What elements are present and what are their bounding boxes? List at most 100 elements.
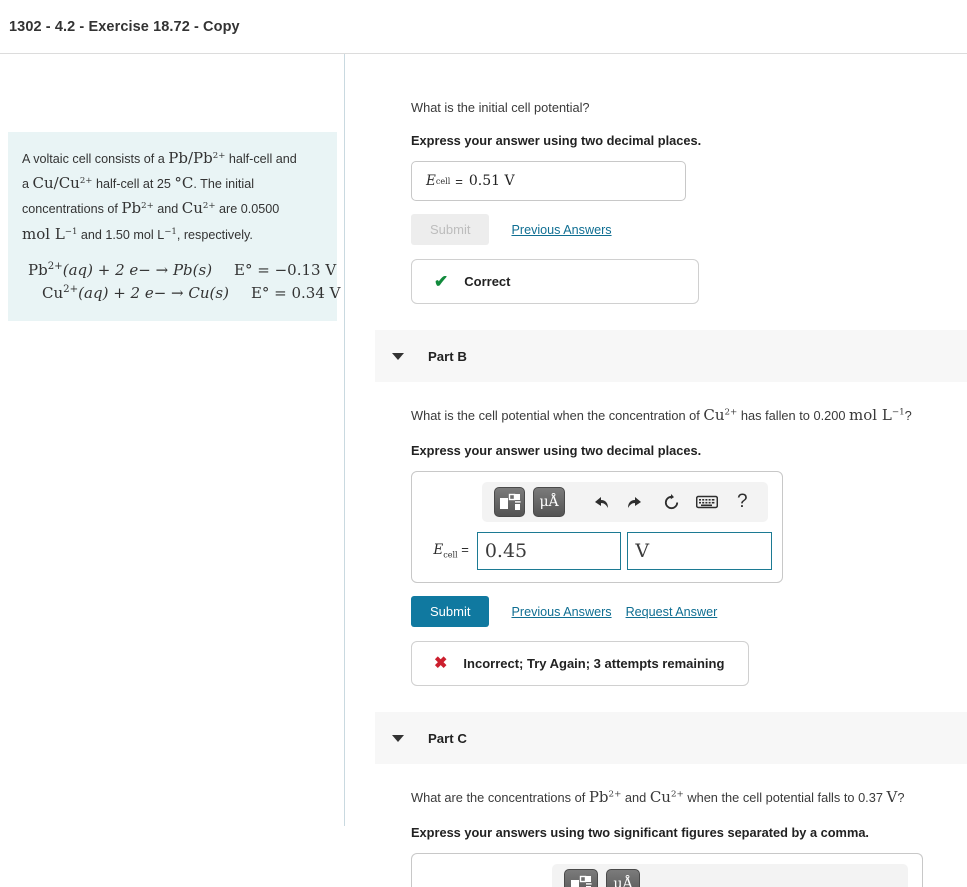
problem-text: a	[22, 177, 33, 192]
problem-text: concentrations of	[22, 202, 122, 217]
species-cu-cu2: Cu/Cu	[32, 174, 80, 193]
part-c-answer-box[interactable]: μÅ	[411, 852, 923, 887]
reaction-body: (aq) + 2 e− → Cu(s)	[78, 284, 229, 302]
part-b-units-input[interactable]: V	[627, 532, 773, 571]
species-cu2: Cu	[703, 406, 725, 425]
keyboard-icon[interactable]	[693, 488, 721, 516]
problem-text: and	[153, 202, 182, 217]
equals-sign: =	[455, 173, 463, 189]
help-icon[interactable]: ?	[728, 488, 756, 516]
problem-statement: A voltaic cell consists of a Pb/Pb2+ hal…	[8, 132, 341, 322]
charge-sup: 2+	[141, 201, 154, 212]
problem-text: half-cell at 25	[92, 177, 175, 192]
problem-panel: A voltaic cell consists of a Pb/Pb2+ hal…	[0, 54, 345, 826]
part-a-previous-answers-link[interactable]: Previous Answers	[511, 223, 611, 237]
part-a-feedback-text: Correct	[464, 274, 511, 290]
top-bar: 1302 - 4.2 - Exercise 18.72 - Copy	[0, 0, 967, 54]
question-text: What is the cell potential when the conc…	[411, 408, 704, 424]
part-c-body: What are the concentrations of Pb2+ and …	[345, 764, 967, 887]
half-reactions: Pb2+(aq) + 2 e− → Pb(s) E° = −0.13 V Cu2+…	[28, 259, 341, 306]
charge-sup: 2+	[202, 201, 216, 212]
question-text: and	[621, 790, 650, 806]
problem-line-1: A voltaic cell consists of a Pb/Pb2+ hal…	[22, 146, 323, 171]
question-text: when the cell potential falls to 0.37	[683, 790, 887, 806]
standard-potential: E° = 0.34 V	[250, 284, 341, 302]
volt-unit: V	[886, 788, 898, 807]
part-b-value-input[interactable]: 0.45	[476, 532, 622, 571]
part-b-input-row: Ecell = 0.45 V	[422, 532, 773, 571]
reset-icon[interactable]	[657, 488, 685, 516]
chevron-down-icon[interactable]	[392, 734, 404, 742]
part-b-body: What is the cell potential when the conc…	[345, 382, 967, 687]
math-template-button[interactable]	[564, 868, 598, 887]
problem-line-3: concentrations of Pb2+ and Cu2+ are 0.05…	[22, 196, 323, 221]
species-pb2: Pb	[588, 788, 609, 807]
species-cu2: Cu	[181, 199, 203, 218]
part-b-request-answer-link[interactable]: Request Answer	[626, 605, 718, 619]
part-b-previous-answers-link[interactable]: Previous Answers	[511, 605, 611, 619]
part-a-section: What is the initial cell potential? Expr…	[345, 54, 967, 305]
problem-text: are 0.0500	[215, 202, 280, 217]
part-a-submit-row: Submit Previous Answers	[411, 214, 967, 246]
part-b-submit-button[interactable]: Submit	[411, 596, 490, 628]
part-b-answer-label: Ecell =	[422, 542, 477, 560]
part-b-section: Part B What is the cell potential when t…	[345, 330, 967, 687]
charge-sup: 2+	[608, 789, 622, 800]
species-pb2: Pb	[121, 199, 142, 218]
part-c-label: Part C	[428, 730, 467, 746]
charge-sup: 2+	[63, 284, 79, 295]
main-split: A voltaic cell consists of a Pb/Pb2+ hal…	[0, 54, 967, 887]
question-text: What are the concentrations of	[411, 790, 589, 806]
ecell-symbol: E	[433, 542, 444, 559]
part-b-submit-row: Submit Previous Answers Request Answer	[411, 596, 967, 628]
part-a-question: What is the initial cell potential?	[411, 100, 590, 115]
problem-line-4: mol L−1 and 1.50 mol L−1, respectively.	[22, 222, 323, 247]
standard-potential: E° = −0.13 V	[234, 260, 337, 279]
charge-sup: 2+	[670, 789, 684, 800]
charge-sup: 2+	[79, 176, 93, 186]
problem-line-2: a Cu/Cu2+ half-cell at 25 °C. The initia…	[22, 171, 323, 196]
ecell-subscript: cell	[443, 550, 458, 560]
problem-text: and 1.50 mol L	[77, 227, 165, 242]
units-button[interactable]: μÅ	[533, 487, 565, 518]
math-template-button[interactable]	[494, 487, 526, 518]
undo-icon[interactable]	[586, 488, 614, 516]
question-text: has fallen to 0.200	[737, 408, 850, 424]
temperature-unit: °C	[174, 174, 194, 193]
reaction-body: (aq) + 2 e− → Pb(s)	[62, 260, 213, 279]
units-mol-per-l: mol L	[849, 406, 892, 425]
cross-icon: ✖	[434, 654, 448, 672]
part-a-answer-label: E	[426, 173, 436, 190]
problem-text: . The initial	[193, 177, 255, 192]
check-icon: ✔	[434, 272, 449, 292]
reaction-species: Pb	[28, 260, 48, 279]
part-c-section: Part C What are the concentrations of Pb…	[345, 712, 967, 887]
chevron-down-icon[interactable]	[392, 352, 404, 360]
charge-sup: 2+	[724, 408, 738, 419]
exponent-sup: −1	[64, 226, 78, 237]
part-b-instruction: Express your answer using two decimal pl…	[411, 442, 702, 458]
part-b-math-toolbar: μÅ ?	[482, 482, 768, 523]
part-c-instruction: Express your answers using two significa…	[411, 824, 869, 840]
part-a-submit-button[interactable]: Submit	[411, 214, 490, 246]
part-b-answer-box[interactable]: μÅ ? Ecell = 0.45 V	[411, 471, 783, 584]
redo-icon[interactable]	[622, 488, 650, 516]
part-a-answer-label-sub: cell	[435, 176, 451, 186]
exponent-sup: −1	[164, 226, 177, 237]
part-c-header[interactable]: Part C	[375, 712, 967, 765]
part-b-feedback: ✖ Incorrect; Try Again; 3 attempts remai…	[411, 641, 749, 687]
part-b-header[interactable]: Part B	[375, 330, 967, 383]
part-a-instruction: Express your answer using two decimal pl…	[411, 133, 702, 149]
units-button[interactable]: μÅ	[606, 868, 640, 887]
part-a-answer-value: 0.51 V	[468, 173, 515, 190]
part-a-answer-field[interactable]: Ecell = 0.51 V	[411, 161, 686, 202]
exponent-sup: −1	[891, 408, 905, 419]
part-b-question: What is the cell potential when the conc…	[345, 404, 967, 427]
problem-text: A voltaic cell consists of a	[22, 152, 169, 166]
half-reaction-cu: Cu2+(aq) + 2 e− → Cu(s) E° = 0.34 V	[28, 282, 341, 305]
equals-sign: =	[461, 542, 469, 558]
problem-text: half-cell and	[225, 152, 297, 166]
charge-sup: 2+	[47, 260, 63, 272]
question-text: ?	[904, 408, 912, 424]
part-c-math-toolbar: μÅ	[552, 863, 908, 887]
